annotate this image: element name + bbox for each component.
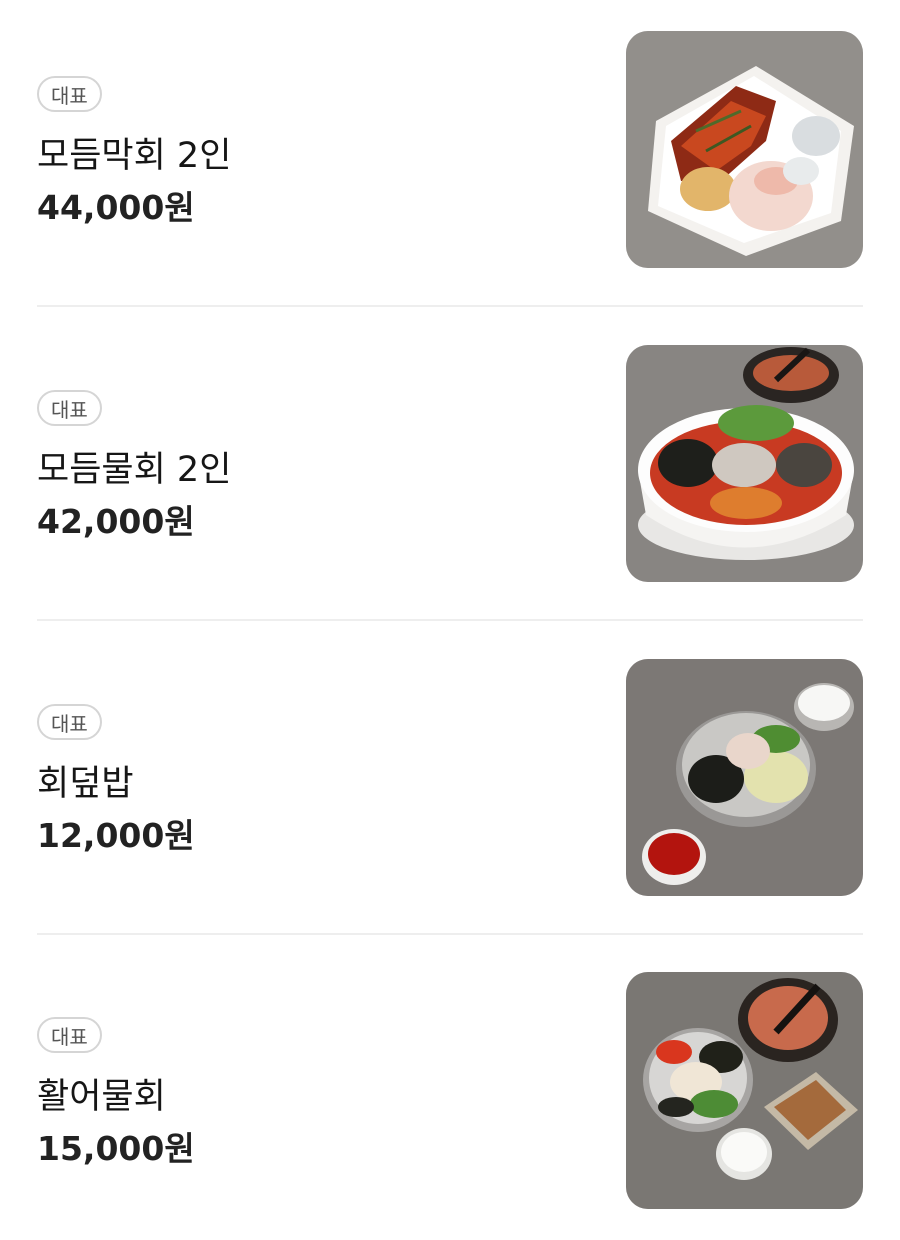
- divider: [37, 619, 863, 621]
- menu-item-info: 대표 모듬막회 2인 44,000원: [37, 31, 597, 269]
- menu-item-hoedeopbap[interactable]: 대표 회덮밥 12,000원: [37, 659, 863, 897]
- menu-item-info: 대표 활어물회 15,000원: [37, 972, 597, 1210]
- raw-fish-bibimbap-bowl-photo[interactable]: [626, 659, 863, 896]
- live-fish-mulhoe-set-photo[interactable]: [626, 972, 863, 1209]
- signature-badge: 대표: [37, 390, 102, 426]
- menu-item-name: 회덮밥: [37, 764, 134, 804]
- menu-list: 대표 모듬막회 2인 44,000원 대표 모듬물회 2인 42,000원 대표…: [0, 0, 900, 1240]
- mixed-raw-fish-platter-photo[interactable]: [626, 31, 863, 268]
- menu-item-name: 활어물회: [37, 1077, 166, 1117]
- menu-item-info: 대표 회덮밥 12,000원: [37, 659, 597, 897]
- menu-item-moduem-mulhoe[interactable]: 대표 모듬물회 2인 42,000원: [37, 345, 863, 583]
- cold-raw-fish-soup-bowl-photo[interactable]: [626, 345, 863, 582]
- menu-item-name: 모듬막회 2인: [37, 136, 232, 176]
- menu-item-name: 모듬물회 2인: [37, 450, 232, 490]
- menu-item-price: 42,000원: [37, 502, 195, 541]
- signature-badge: 대표: [37, 704, 102, 740]
- divider: [37, 933, 863, 935]
- signature-badge: 대표: [37, 1017, 102, 1053]
- menu-item-moduem-makhoe[interactable]: 대표 모듬막회 2인 44,000원: [37, 31, 863, 269]
- divider: [37, 305, 863, 307]
- menu-item-price: 12,000원: [37, 816, 195, 855]
- signature-badge: 대표: [37, 76, 102, 112]
- menu-item-price: 15,000원: [37, 1129, 195, 1168]
- menu-item-hwareo-mulhoe[interactable]: 대표 활어물회 15,000원: [37, 972, 863, 1210]
- menu-item-price: 44,000원: [37, 188, 195, 227]
- menu-item-info: 대표 모듬물회 2인 42,000원: [37, 345, 597, 583]
